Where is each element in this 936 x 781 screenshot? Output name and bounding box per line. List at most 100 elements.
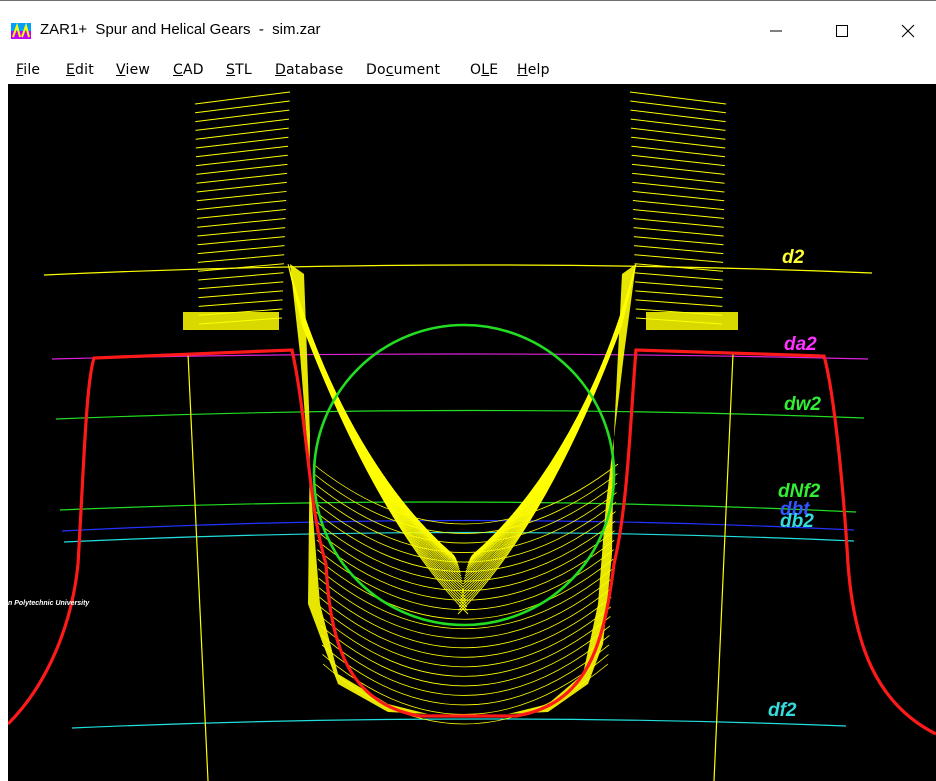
title-bar: ZAR1+ Spur and Helical Gears - sim.zar xyxy=(0,0,936,56)
rack-line-right xyxy=(631,154,725,167)
watermark-text: n Polytechnic University xyxy=(8,600,90,607)
rack-line-left xyxy=(195,109,290,123)
rack-line-left xyxy=(197,254,285,263)
menu-ole[interactable]: OLE xyxy=(470,62,498,78)
rack-line-left xyxy=(198,272,284,281)
menu-bar: File Edit View CAD STL Database Document… xyxy=(0,56,936,84)
rack-line-right xyxy=(634,254,724,263)
rack-line-right xyxy=(633,236,724,246)
menu-file[interactable]: File xyxy=(16,62,40,78)
rack-line-left xyxy=(196,190,287,202)
rack-line-right xyxy=(635,299,723,307)
menu-stl[interactable]: STL xyxy=(226,62,252,78)
rack-line-left xyxy=(194,91,291,105)
envelope-u xyxy=(313,473,618,534)
rack-line-left xyxy=(195,118,290,131)
envelope-curve-left xyxy=(297,304,463,579)
gear-drawing-canvas[interactable]: d2 da2 dw2 dNf2 dbt db2 df2 n Polytechni… xyxy=(8,84,936,781)
envelope-curve-left xyxy=(292,286,456,559)
rack-line-left xyxy=(196,154,288,167)
envelope-u xyxy=(321,635,610,696)
rack-line-left xyxy=(195,136,289,149)
envelope-u xyxy=(315,520,616,582)
envelope-u xyxy=(318,587,613,649)
rack-line-right xyxy=(634,272,723,281)
rack-line-right xyxy=(632,199,725,211)
label-d2: d2 xyxy=(782,247,805,268)
label-db2: db2 xyxy=(780,511,814,532)
rack-line-left xyxy=(197,245,285,255)
envelope-u xyxy=(313,482,618,544)
rack-line-left xyxy=(198,299,283,307)
rack-line-left xyxy=(196,163,288,175)
rack-line-right xyxy=(632,181,725,193)
envelope-curve-left xyxy=(293,289,457,561)
menu-view[interactable]: View xyxy=(116,62,150,78)
label-da2: da2 xyxy=(784,334,817,355)
envelope-curve-left xyxy=(297,306,463,582)
rack-line-right xyxy=(635,281,723,290)
rack-line-right xyxy=(634,245,724,255)
menu-document[interactable]: Document xyxy=(366,62,440,78)
menu-help[interactable]: Help xyxy=(517,62,550,78)
rack-line-right xyxy=(633,218,724,228)
minimize-icon xyxy=(770,30,782,32)
close-button[interactable] xyxy=(880,13,936,49)
reference-lines xyxy=(43,264,873,781)
menu-cad[interactable]: CAD xyxy=(173,62,204,78)
rack-line-left xyxy=(198,281,284,290)
maximize-icon xyxy=(836,25,848,37)
line-dnf2 xyxy=(59,501,857,513)
rack-line-right xyxy=(633,209,724,219)
rack-line-left xyxy=(195,100,290,114)
rack-line-left xyxy=(197,218,286,228)
maximize-button[interactable] xyxy=(814,13,870,49)
gear-drawing[interactable] xyxy=(8,84,936,781)
rack-line-left xyxy=(196,172,288,184)
envelope-u xyxy=(312,463,619,525)
rack-line-left xyxy=(195,127,289,140)
rack-block-right xyxy=(646,312,738,330)
line-dbt xyxy=(61,519,855,532)
rack-line-right xyxy=(629,91,727,105)
rack-block-left xyxy=(183,312,279,330)
guide-right xyxy=(713,353,734,781)
line-dw2 xyxy=(55,409,865,420)
generating-envelope xyxy=(183,91,738,725)
rack-line-right xyxy=(631,163,725,175)
line-df2 xyxy=(71,718,847,729)
rack-line-left xyxy=(196,199,287,211)
guide-left xyxy=(187,353,209,781)
envelope-curve-right xyxy=(458,320,624,608)
rack-line-right xyxy=(632,172,725,184)
rack-line-right xyxy=(630,109,726,123)
envelope-u xyxy=(320,625,611,687)
envelope-curve-left xyxy=(292,284,456,558)
label-dw2: dw2 xyxy=(784,394,821,415)
rack-line-left xyxy=(197,227,286,237)
rack-line-right xyxy=(631,136,726,149)
rack-line-right xyxy=(632,190,725,202)
rack-line-left xyxy=(197,209,286,219)
label-df2: df2 xyxy=(768,700,797,721)
rack-line-right xyxy=(630,127,726,140)
envelope-curve-right xyxy=(463,304,627,579)
rack-line-right xyxy=(630,118,726,131)
minimize-button[interactable] xyxy=(748,13,804,49)
menu-edit[interactable]: Edit xyxy=(66,62,94,78)
rack-line-left xyxy=(196,181,287,193)
close-icon xyxy=(901,24,915,38)
rack-line-right xyxy=(635,290,723,299)
rack-line-left xyxy=(197,236,285,246)
window-title: ZAR1+ Spur and Helical Gears - sim.zar xyxy=(40,21,321,38)
app-icon xyxy=(11,23,31,39)
envelope-curve-left xyxy=(295,299,461,572)
menu-database[interactable]: Database xyxy=(275,62,343,78)
envelope-u xyxy=(322,654,609,715)
line-d2 xyxy=(43,264,873,276)
rack-line-right xyxy=(631,145,726,158)
rack-line-right xyxy=(630,100,726,114)
rack-line-left xyxy=(198,290,283,299)
envelope-u xyxy=(316,539,615,601)
envelope-u xyxy=(319,606,612,668)
